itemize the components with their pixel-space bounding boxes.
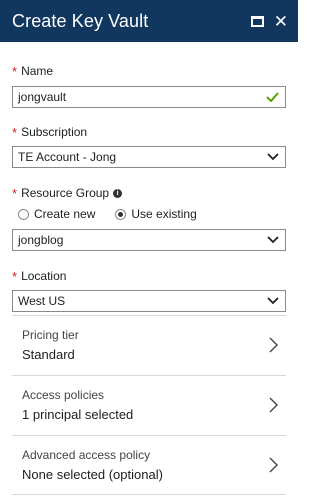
location-label-text: Location	[21, 269, 67, 283]
resource-group-label: * Resource Group i	[12, 185, 286, 201]
maximize-icon[interactable]	[250, 15, 264, 27]
close-icon[interactable]: ✕	[274, 13, 288, 30]
resource-group-select[interactable]: jongblog	[12, 229, 286, 251]
chevron-right-icon	[269, 397, 278, 418]
blade-header: Create Key Vault ✕	[0, 0, 298, 42]
location-select-value: West US	[18, 294, 66, 308]
resource-group-field-group: * Resource Group i Create new Use existi…	[12, 185, 286, 251]
subscription-label-text: Subscription	[21, 125, 88, 139]
radio-create-new-button[interactable]	[18, 208, 29, 220]
subscription-select-value: TE Account - Jong	[18, 150, 117, 164]
access-policies-item[interactable]: Access policies 1 principal selected	[12, 375, 286, 434]
subscription-label: * Subscription	[12, 124, 286, 140]
chevron-right-icon	[269, 457, 278, 478]
location-label: * Location	[12, 268, 286, 284]
required-asterisk: *	[12, 268, 18, 284]
advanced-access-policy-label: Advanced access policy	[22, 448, 151, 462]
window-controls: ✕	[250, 13, 288, 30]
radio-create-new[interactable]: Create new	[18, 207, 95, 221]
radio-create-new-label: Create new	[34, 207, 96, 221]
access-policies-label: Access policies	[22, 388, 105, 402]
resource-group-select-value: jongblog	[18, 233, 64, 247]
create-key-vault-form: * Name jongvault * Subscription TE Accou…	[0, 63, 298, 312]
name-input[interactable]: jongvault	[12, 86, 286, 108]
location-select[interactable]: West US	[12, 290, 286, 312]
check-icon	[266, 92, 279, 102]
advanced-access-policy-item[interactable]: Advanced access policy None selected (op…	[12, 435, 286, 494]
name-input-value: jongvault	[18, 90, 67, 104]
resource-group-label-text: Resource Group	[21, 186, 110, 200]
blade-title: Create Key Vault	[12, 10, 149, 31]
resource-group-radio-group: Create new Use existing	[12, 205, 286, 223]
radio-use-existing[interactable]: Use existing	[115, 207, 197, 221]
required-asterisk: *	[12, 185, 18, 201]
divider	[12, 494, 286, 495]
name-label-text: Name	[21, 64, 54, 78]
chevron-down-icon	[267, 153, 279, 161]
required-asterisk: *	[12, 124, 18, 140]
chevron-right-icon	[269, 337, 278, 358]
subscription-select[interactable]: TE Account - Jong	[12, 146, 286, 168]
name-field-group: * Name jongvault	[12, 63, 286, 108]
access-policies-value: 1 principal selected	[22, 407, 134, 422]
location-field-group: * Location West US	[12, 268, 286, 312]
info-icon[interactable]: i	[113, 188, 123, 198]
pricing-tier-label: Pricing tier	[22, 328, 79, 342]
name-label: * Name	[12, 63, 286, 79]
radio-use-existing-label: Use existing	[131, 207, 197, 221]
subscription-field-group: * Subscription TE Account - Jong	[12, 124, 286, 168]
pricing-tier-value: Standard	[22, 347, 75, 362]
required-asterisk: *	[12, 63, 18, 79]
radio-use-existing-button[interactable]	[115, 208, 127, 220]
advanced-access-policy-value: None selected (optional)	[22, 467, 163, 482]
pricing-tier-item[interactable]: Pricing tier Standard	[12, 315, 286, 374]
chevron-down-icon	[267, 236, 279, 244]
chevron-down-icon	[267, 297, 279, 305]
